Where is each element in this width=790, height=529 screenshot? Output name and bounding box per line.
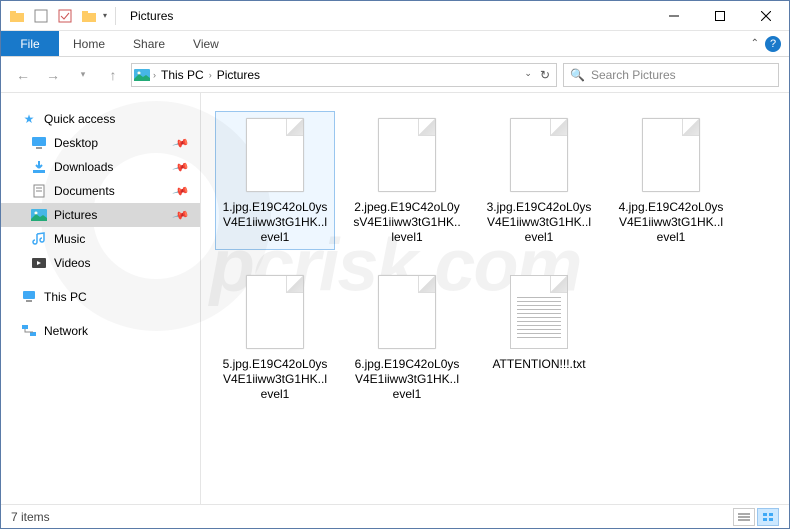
sidebar-quick-access[interactable]: ★ Quick access (1, 107, 200, 131)
network-icon (21, 323, 37, 339)
up-button[interactable]: ↑ (101, 63, 125, 87)
sidebar-label: This PC (44, 290, 87, 304)
refresh-icon[interactable]: ↻ (540, 68, 550, 82)
music-icon (31, 231, 47, 247)
forward-button[interactable]: → (41, 63, 65, 87)
sidebar-item-label: Documents (54, 184, 115, 198)
titlebar: ▾ Pictures (1, 1, 789, 31)
file-name: 2.jpeg.E19C42oL0ysV4E1iiww3tG1HK..level1 (352, 200, 462, 245)
sidebar-item-label: Downloads (54, 160, 113, 174)
qat-dropdown-icon[interactable]: ▾ (103, 11, 107, 20)
close-button[interactable] (743, 1, 789, 31)
file-item[interactable]: 2.jpeg.E19C42oL0ysV4E1iiww3tG1HK..level1 (347, 111, 467, 250)
sidebar-item-documents[interactable]: Documents 📌 (1, 179, 200, 203)
sidebar-item-videos[interactable]: Videos (1, 251, 200, 275)
sidebar-label: Quick access (44, 112, 115, 126)
sidebar-item-desktop[interactable]: Desktop 📌 (1, 131, 200, 155)
crumb-current[interactable]: Pictures (215, 68, 262, 82)
sdi-icon[interactable] (31, 6, 51, 26)
star-icon: ★ (21, 111, 37, 127)
view-details-button[interactable] (733, 508, 755, 526)
desktop-icon (31, 135, 47, 151)
pictures-icon (31, 207, 47, 223)
file-item[interactable]: 1.jpg.E19C42oL0ysV4E1iiww3tG1HK..level1 (215, 111, 335, 250)
file-item[interactable]: 3.jpg.E19C42oL0ysV4E1iiww3tG1HK..level1 (479, 111, 599, 250)
pin-icon: 📌 (172, 134, 190, 152)
search-placeholder: Search Pictures (591, 68, 676, 82)
blank-file-icon (246, 118, 304, 192)
blank-file-icon (246, 275, 304, 349)
sidebar-item-downloads[interactable]: Downloads 📌 (1, 155, 200, 179)
text-file-icon (510, 275, 568, 349)
window-title: Pictures (130, 9, 173, 23)
documents-icon (31, 183, 47, 199)
downloads-icon (31, 159, 47, 175)
chevron-right-icon[interactable]: › (209, 70, 212, 80)
blank-file-icon (510, 118, 568, 192)
file-name: 4.jpg.E19C42oL0ysV4E1iiww3tG1HK..level1 (616, 200, 726, 245)
pictures-breadcrumb-icon (134, 67, 150, 83)
sidebar-item-pictures[interactable]: Pictures 📌 (1, 203, 200, 227)
file-name: 5.jpg.E19C42oL0ysV4E1iiww3tG1HK..level1 (220, 357, 330, 402)
tab-view[interactable]: View (179, 31, 233, 56)
pc-icon (21, 289, 37, 305)
file-item[interactable]: 6.jpg.E19C42oL0ysV4E1iiww3tG1HK..level1 (347, 268, 467, 407)
sidebar-label: Network (44, 324, 88, 338)
properties-icon[interactable] (55, 6, 75, 26)
sidebar-item-music[interactable]: Music (1, 227, 200, 251)
file-name: 6.jpg.E19C42oL0ysV4E1iiww3tG1HK..level1 (352, 357, 462, 402)
ribbon: File Home Share View ⌃ ? (1, 31, 789, 57)
status-bar: 7 items (1, 504, 789, 528)
file-item[interactable]: 4.jpg.E19C42oL0ysV4E1iiww3tG1HK..level1 (611, 111, 731, 250)
file-name: 3.jpg.E19C42oL0ysV4E1iiww3tG1HK..level1 (484, 200, 594, 245)
chevron-right-icon[interactable]: › (153, 70, 156, 80)
blank-file-icon (642, 118, 700, 192)
sidebar-item-label: Pictures (54, 208, 97, 222)
status-count: 7 items (11, 510, 50, 524)
file-name: 1.jpg.E19C42oL0ysV4E1iiww3tG1HK..level1 (220, 200, 330, 245)
ribbon-expand-icon[interactable]: ⌃ (751, 38, 759, 49)
address-dropdown-icon[interactable]: ⌄ (524, 68, 532, 82)
maximize-button[interactable] (697, 1, 743, 31)
pin-icon: 📌 (172, 158, 190, 176)
minimize-button[interactable] (651, 1, 697, 31)
sidebar-network[interactable]: Network (1, 319, 200, 343)
address-bar[interactable]: › This PC › Pictures ⌄ ↻ (131, 63, 557, 87)
file-pane[interactable]: 1.jpg.E19C42oL0ysV4E1iiww3tG1HK..level1 2… (201, 93, 789, 504)
pin-icon: 📌 (172, 182, 190, 200)
divider (115, 7, 116, 25)
sidebar-item-label: Desktop (54, 136, 98, 150)
file-item[interactable]: ATTENTION!!!.txt (479, 268, 599, 407)
recent-dropdown[interactable]: ▾ (71, 63, 95, 87)
sidebar-item-label: Music (54, 232, 85, 246)
blank-file-icon (378, 118, 436, 192)
folder-qat-icon[interactable] (79, 6, 99, 26)
sidebar: ★ Quick access Desktop📌Downloads📌Documen… (1, 93, 201, 504)
search-input[interactable]: 🔍 Search Pictures (563, 63, 779, 87)
tab-share[interactable]: Share (119, 31, 179, 56)
sidebar-this-pc[interactable]: This PC (1, 285, 200, 309)
explorer-icon (7, 6, 27, 26)
file-name: ATTENTION!!!.txt (492, 357, 585, 372)
view-icons-button[interactable] (757, 508, 779, 526)
pin-icon: 📌 (172, 206, 190, 224)
search-icon: 🔍 (570, 68, 585, 82)
sidebar-item-label: Videos (54, 256, 90, 270)
crumb-thispc[interactable]: This PC (159, 68, 206, 82)
videos-icon (31, 255, 47, 271)
blank-file-icon (378, 275, 436, 349)
help-icon[interactable]: ? (765, 36, 781, 52)
file-item[interactable]: 5.jpg.E19C42oL0ysV4E1iiww3tG1HK..level1 (215, 268, 335, 407)
address-row: ← → ▾ ↑ › This PC › Pictures ⌄ ↻ 🔍 Searc… (1, 57, 789, 93)
tab-home[interactable]: Home (59, 31, 119, 56)
file-tab[interactable]: File (1, 31, 59, 56)
back-button[interactable]: ← (11, 63, 35, 87)
